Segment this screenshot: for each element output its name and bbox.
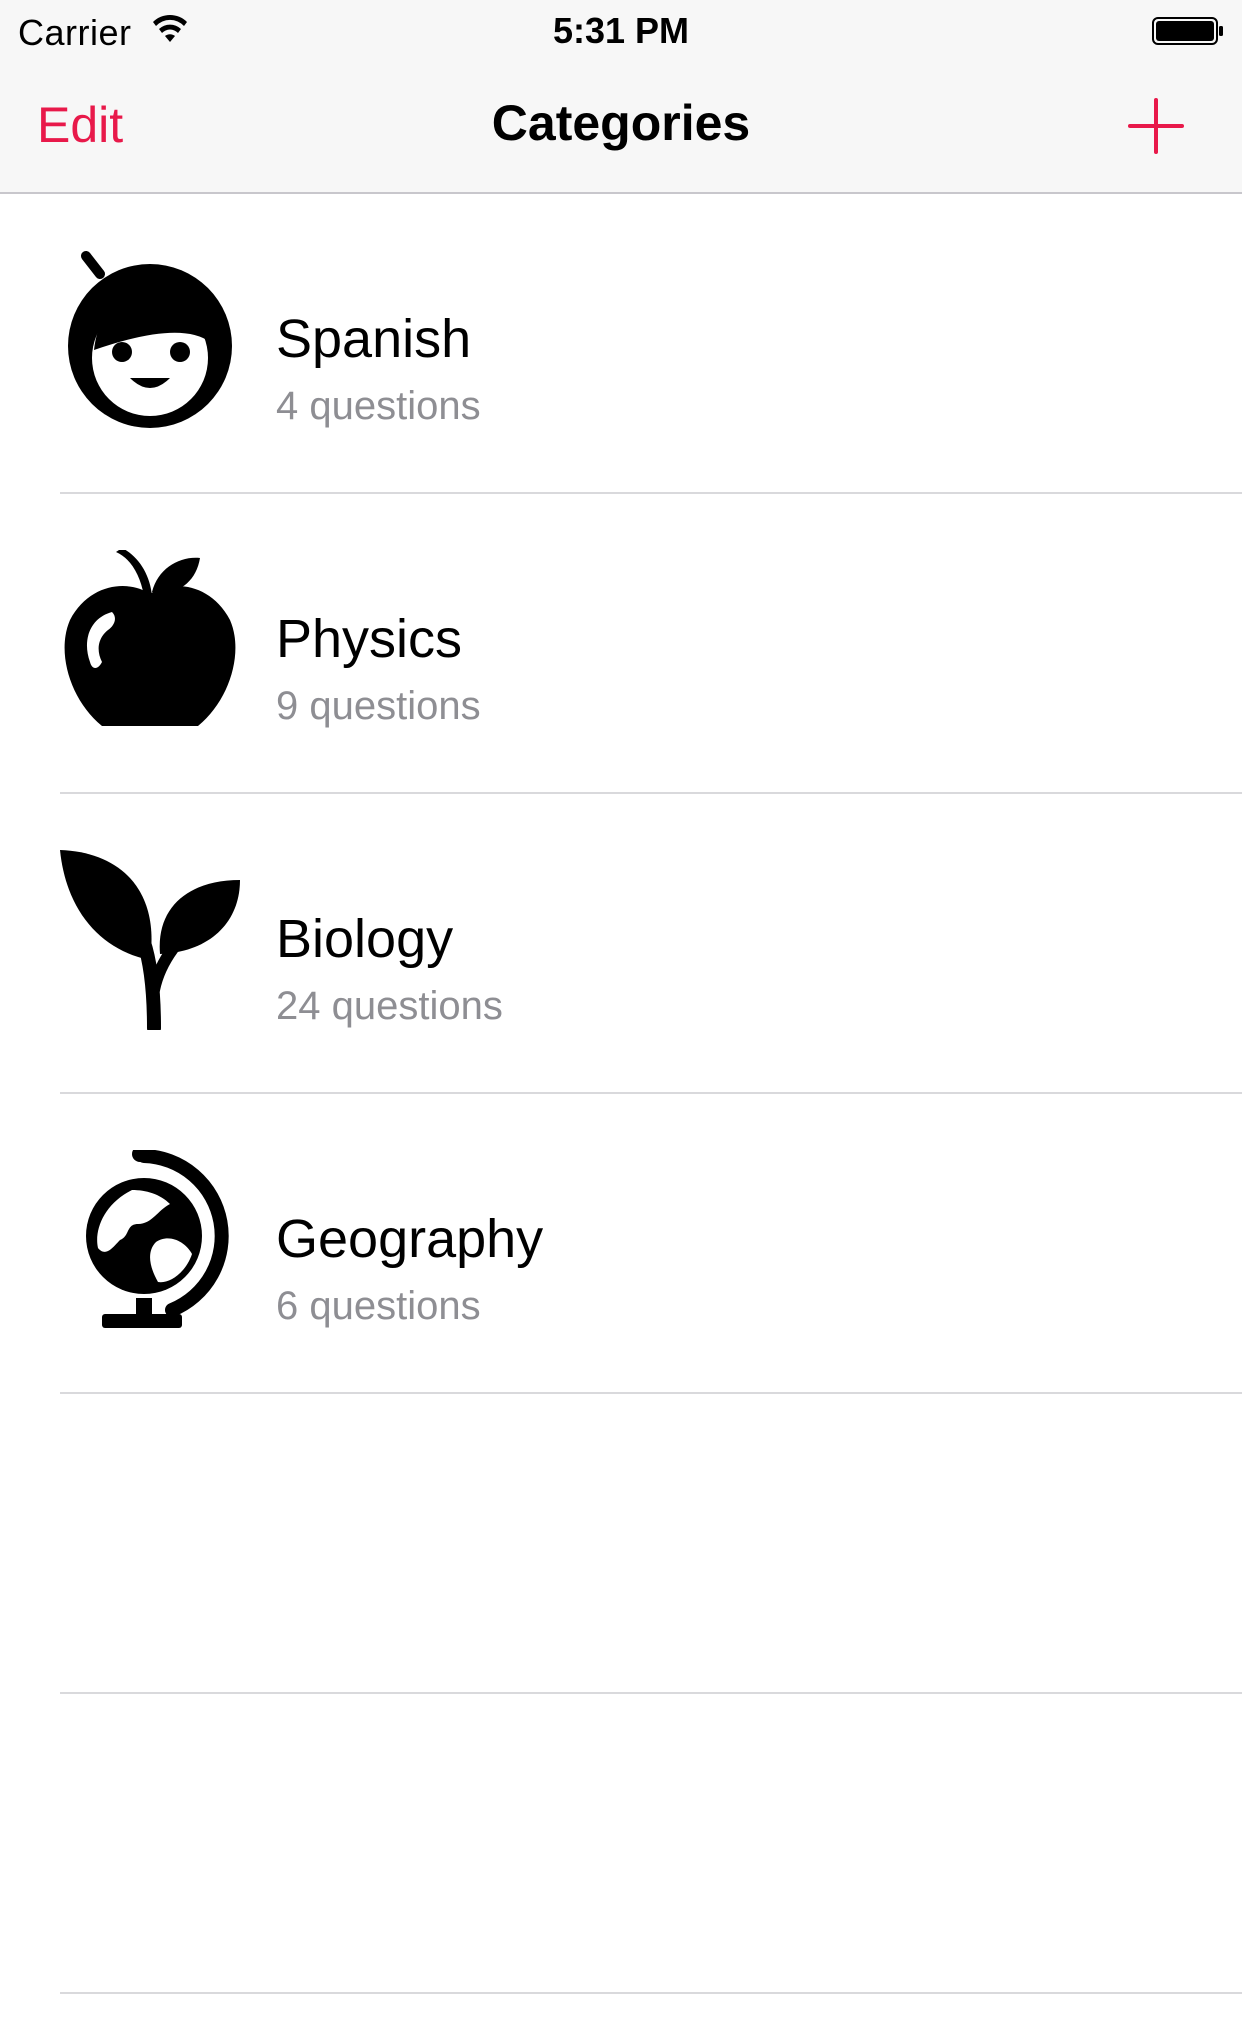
navigation-bar: Edit Categories bbox=[0, 64, 1242, 194]
category-title: Spanish bbox=[276, 309, 472, 369]
list-item[interactable]: Physics 9 questions bbox=[0, 494, 1242, 794]
category-count: 24 questions bbox=[276, 984, 503, 1028]
page-title: Categories bbox=[491, 95, 751, 151]
category-count: 9 questions bbox=[276, 684, 481, 728]
sprout-icon bbox=[60, 850, 240, 1030]
category-list: Spanish 4 questions Physics 9 questions … bbox=[0, 194, 1242, 1994]
category-title: Physics bbox=[276, 609, 463, 669]
category-count: 4 questions bbox=[276, 384, 481, 428]
battery-icon bbox=[1152, 17, 1223, 45]
plus-icon[interactable] bbox=[1126, 96, 1186, 156]
globe-icon bbox=[86, 1150, 229, 1328]
empty-row bbox=[0, 1694, 1242, 1994]
category-title: Geography bbox=[276, 1209, 544, 1269]
category-count: 6 questions bbox=[276, 1284, 481, 1328]
child-face-icon bbox=[68, 251, 232, 428]
list-item[interactable]: Spanish 4 questions bbox=[0, 194, 1242, 494]
category-title: Biology bbox=[276, 909, 454, 969]
apple-icon bbox=[64, 550, 236, 726]
list-item[interactable]: Biology 24 questions bbox=[0, 794, 1242, 1094]
status-time: 5:31 PM bbox=[552, 10, 690, 51]
list-item[interactable]: Geography 6 questions bbox=[0, 1094, 1242, 1394]
status-bar: Carrier 5:31 PM bbox=[0, 0, 1242, 64]
empty-row bbox=[0, 1394, 1242, 1694]
